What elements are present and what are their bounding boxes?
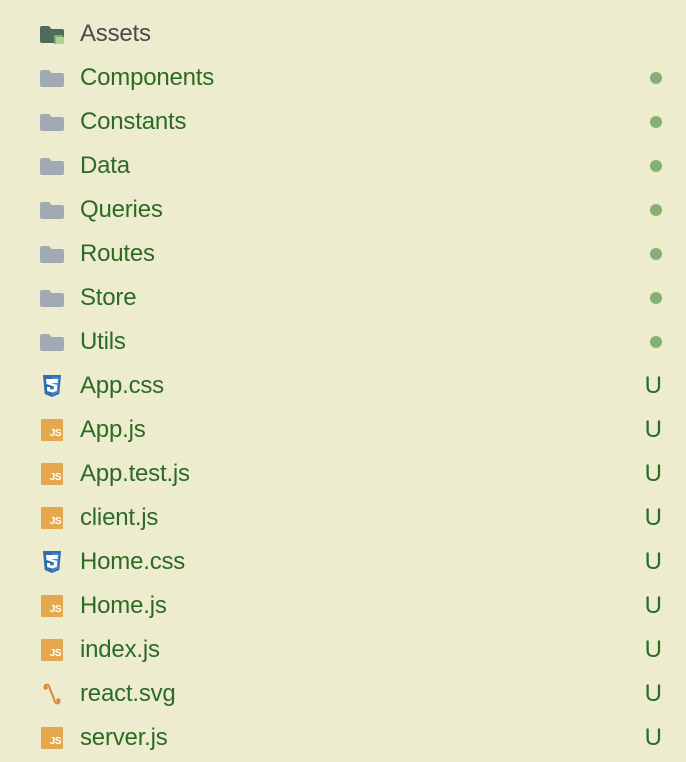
tree-item-label: Routes: [80, 240, 650, 268]
tree-item[interactable]: Queries: [0, 188, 686, 232]
tree-item[interactable]: App.cssU: [0, 364, 686, 408]
tree-item-label: Assets: [80, 20, 662, 48]
tree-item-label: App.js: [80, 416, 645, 444]
tree-item[interactable]: JS App.test.jsU: [0, 452, 686, 496]
tree-item-label: Constants: [80, 108, 650, 136]
git-modified-dot-icon: [650, 248, 662, 260]
folder-icon: [38, 196, 66, 224]
js-file-icon: JS: [38, 592, 66, 620]
folder-icon: [38, 108, 66, 136]
js-file-icon: JS: [38, 460, 66, 488]
tree-item[interactable]: react.svgU: [0, 672, 686, 716]
tree-item-label: Utils: [80, 328, 650, 356]
tree-item-label: Components: [80, 64, 650, 92]
file-tree: Assets Components Constants Data Queries Rout…: [0, 12, 686, 760]
git-untracked-badge: U: [645, 724, 662, 752]
tree-item[interactable]: Home.cssU: [0, 540, 686, 584]
js-file-icon: JS: [38, 504, 66, 532]
git-untracked-badge: U: [645, 460, 662, 488]
tree-item[interactable]: JS client.jsU: [0, 496, 686, 540]
tree-item[interactable]: JS server.jsU: [0, 716, 686, 760]
tree-item[interactable]: Components: [0, 56, 686, 100]
git-untracked-badge: U: [645, 592, 662, 620]
git-untracked-badge: U: [645, 548, 662, 576]
tree-item[interactable]: Assets: [0, 12, 686, 56]
tree-item[interactable]: Constants: [0, 100, 686, 144]
git-modified-dot-icon: [650, 72, 662, 84]
tree-item-label: client.js: [80, 504, 645, 532]
git-untracked-badge: U: [645, 416, 662, 444]
tree-item[interactable]: JS App.jsU: [0, 408, 686, 452]
folder-icon: [38, 240, 66, 268]
tree-item-label: Store: [80, 284, 650, 312]
git-modified-dot-icon: [650, 204, 662, 216]
tree-item-label: server.js: [80, 724, 645, 752]
tree-item[interactable]: JS index.jsU: [0, 628, 686, 672]
tree-item[interactable]: Routes: [0, 232, 686, 276]
js-file-icon: JS: [38, 724, 66, 752]
folder-icon: [38, 328, 66, 356]
tree-item[interactable]: Store: [0, 276, 686, 320]
folder-icon: [38, 152, 66, 180]
tree-item[interactable]: Data: [0, 144, 686, 188]
git-modified-dot-icon: [650, 160, 662, 172]
folder-icon: [38, 64, 66, 92]
git-untracked-badge: U: [645, 636, 662, 664]
css-file-icon: [38, 372, 66, 400]
git-untracked-badge: U: [645, 372, 662, 400]
git-untracked-badge: U: [645, 504, 662, 532]
tree-item-label: index.js: [80, 636, 645, 664]
svg-file-icon: [38, 680, 66, 708]
folder-assets-icon: [38, 20, 66, 48]
git-modified-dot-icon: [650, 336, 662, 348]
tree-item[interactable]: JS Home.jsU: [0, 584, 686, 628]
tree-item-label: react.svg: [80, 680, 645, 708]
tree-item-label: App.css: [80, 372, 645, 400]
js-file-icon: JS: [38, 416, 66, 444]
folder-icon: [38, 284, 66, 312]
tree-item-label: Home.css: [80, 548, 645, 576]
tree-item[interactable]: Utils: [0, 320, 686, 364]
js-file-icon: JS: [38, 636, 66, 664]
tree-item-label: Data: [80, 152, 650, 180]
git-modified-dot-icon: [650, 116, 662, 128]
git-modified-dot-icon: [650, 292, 662, 304]
tree-item-label: App.test.js: [80, 460, 645, 488]
tree-item-label: Queries: [80, 196, 650, 224]
git-untracked-badge: U: [645, 680, 662, 708]
css-file-icon: [38, 548, 66, 576]
tree-item-label: Home.js: [80, 592, 645, 620]
